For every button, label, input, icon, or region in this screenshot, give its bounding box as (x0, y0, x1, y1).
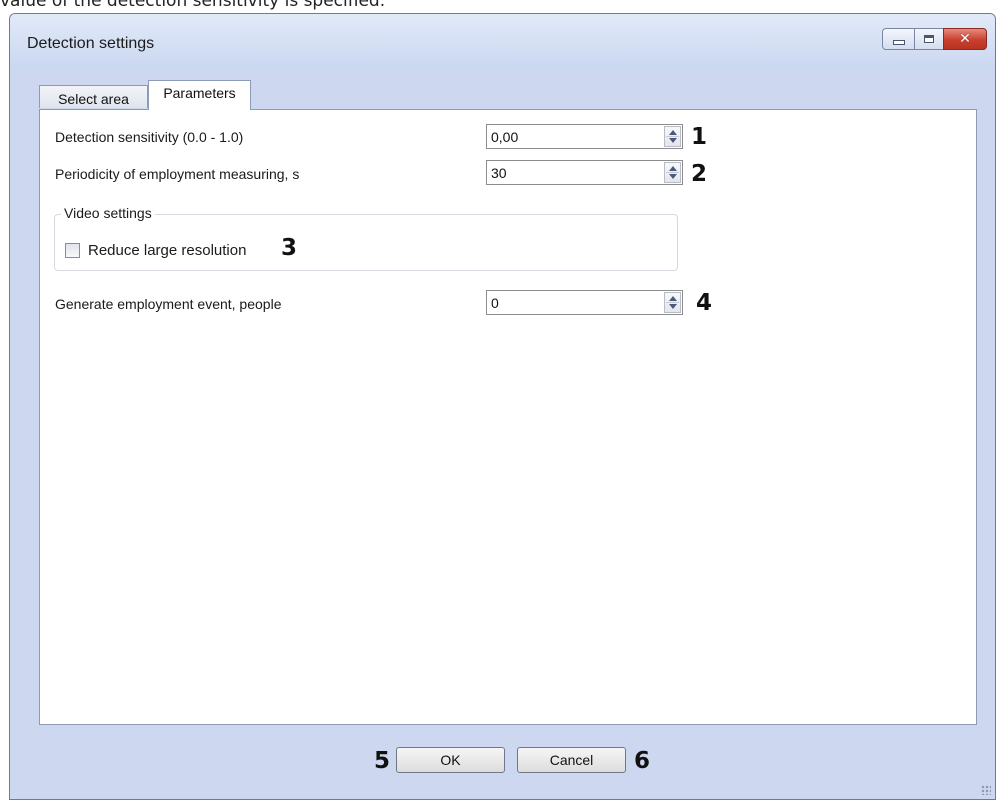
parameters-panel: Detection sensitivity (0.0 - 1.0) 0,00 1… (39, 109, 977, 725)
callout-marker-1: 1 (691, 124, 708, 150)
detection-settings-window: Detection settings ✕ Select area Paramet… (9, 13, 996, 800)
spin-up-icon[interactable] (669, 130, 677, 135)
employment-event-value[interactable]: 0 (491, 295, 499, 311)
spin-up-icon[interactable] (669, 296, 677, 301)
close-button[interactable]: ✕ (943, 28, 987, 50)
tab-parameters[interactable]: Parameters (148, 80, 251, 110)
sensitivity-spinbox[interactable]: 0,00 (486, 124, 683, 149)
callout-marker-5: 5 (374, 748, 391, 774)
sensitivity-value[interactable]: 0,00 (491, 129, 518, 145)
close-icon: ✕ (959, 31, 971, 47)
page-caption: value of the detection sensitivity is sp… (0, 0, 386, 11)
maximize-icon (924, 35, 934, 43)
ok-button[interactable]: OK (396, 747, 505, 773)
sensitivity-spin-arrows[interactable] (664, 126, 681, 147)
callout-marker-3: 3 (281, 235, 298, 261)
tab-select-area[interactable]: Select area (39, 85, 148, 108)
title-bar[interactable]: Detection settings ✕ (10, 14, 995, 70)
video-settings-title: Video settings (61, 205, 155, 221)
cancel-button[interactable]: Cancel (517, 747, 626, 773)
spin-up-icon[interactable] (669, 166, 677, 171)
employment-event-spinbox[interactable]: 0 (486, 290, 683, 315)
spin-down-icon[interactable] (669, 138, 677, 143)
employment-event-spin-arrows[interactable] (664, 292, 681, 313)
reduce-resolution-checkbox[interactable] (65, 243, 80, 258)
maximize-button[interactable] (914, 28, 944, 50)
spin-down-icon[interactable] (669, 174, 677, 179)
sensitivity-label: Detection sensitivity (0.0 - 1.0) (55, 129, 244, 145)
reduce-resolution-label[interactable]: Reduce large resolution (88, 242, 246, 259)
employment-event-label: Generate employment event, people (55, 296, 282, 312)
resize-grip[interactable] (981, 785, 991, 795)
window-title: Detection settings (27, 35, 155, 52)
callout-marker-4: 4 (696, 290, 713, 316)
minimize-icon (892, 39, 905, 45)
window-controls: ✕ (882, 28, 987, 50)
spin-down-icon[interactable] (669, 304, 677, 309)
periodicity-spinbox[interactable]: 30 (486, 160, 683, 185)
video-settings-group: Video settings Reduce large resolution 3 (54, 205, 678, 271)
periodicity-label: Periodicity of employment measuring, s (55, 166, 300, 182)
periodicity-spin-arrows[interactable] (664, 162, 681, 183)
dialog-client-area: Select area Parameters Detection sensiti… (27, 70, 985, 799)
callout-marker-2: 2 (691, 161, 708, 187)
callout-marker-6: 6 (634, 748, 651, 774)
minimize-button[interactable] (882, 28, 915, 50)
periodicity-value[interactable]: 30 (491, 165, 507, 181)
